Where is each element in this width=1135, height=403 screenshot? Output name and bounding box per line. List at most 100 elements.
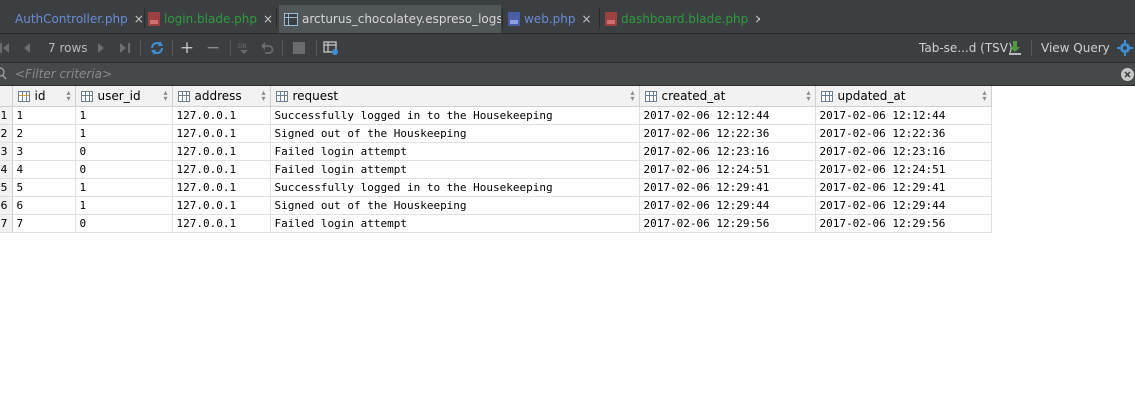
- row-number[interactable]: 5: [0, 178, 13, 197]
- cell-created-at[interactable]: 2017-02-06 12:22:36: [639, 124, 816, 143]
- cell-request[interactable]: Successfully logged in to the Housekeepi…: [270, 106, 640, 125]
- table-row[interactable]: 4 4 0 127.0.0.1 Failed login attempt 201…: [0, 160, 992, 179]
- cell-updated-at[interactable]: 2017-02-06 12:23:16: [815, 142, 992, 161]
- tab-login-blade[interactable]: login.blade.php ×: [148, 6, 275, 32]
- sort-arrows-icon[interactable]: ▴ ▾: [261, 89, 267, 103]
- cell-updated-at[interactable]: 2017-02-06 12:24:51: [815, 160, 992, 179]
- cell-id[interactable]: 4: [12, 160, 76, 179]
- next-page-icon[interactable]: [94, 34, 108, 62]
- cell-id[interactable]: 5: [12, 178, 76, 197]
- row-count-label[interactable]: 7 rows: [48, 34, 88, 62]
- row-number[interactable]: 3: [0, 142, 13, 161]
- sort-arrows-icon[interactable]: ▴ ▾: [630, 89, 636, 103]
- cell-address[interactable]: 127.0.0.1: [172, 106, 271, 125]
- cell-request[interactable]: Failed login attempt: [270, 214, 640, 233]
- sort-arrows-icon[interactable]: ▴ ▾: [66, 89, 72, 103]
- cell-address[interactable]: 127.0.0.1: [172, 124, 271, 143]
- cell-created-at[interactable]: 2017-02-06 12:24:51: [639, 160, 816, 179]
- add-row-icon[interactable]: +: [178, 34, 196, 62]
- cell-updated-at[interactable]: 2017-02-06 12:22:36: [815, 124, 992, 143]
- column-header-updated-at[interactable]: updated_at ▴ ▾: [815, 86, 992, 107]
- cell-address[interactable]: 127.0.0.1: [172, 214, 271, 233]
- tab-dashboard-blade[interactable]: dashboard.blade.php ×: [605, 6, 760, 32]
- cell-updated-at[interactable]: 2017-02-06 12:29:44: [815, 196, 992, 215]
- cell-address[interactable]: 127.0.0.1: [172, 178, 271, 197]
- corner-cell[interactable]: [0, 86, 13, 107]
- sort-arrows-icon[interactable]: ▴ ▾: [163, 89, 169, 103]
- cell-user-id[interactable]: 0: [75, 160, 173, 179]
- cell-id[interactable]: 7: [12, 214, 76, 233]
- cell-id[interactable]: 1: [12, 106, 76, 125]
- column-icon: [177, 90, 190, 102]
- close-icon[interactable]: ×: [134, 12, 143, 26]
- cell-user-id[interactable]: 1: [75, 178, 173, 197]
- close-icon[interactable]: ×: [754, 12, 760, 26]
- cell-address[interactable]: 127.0.0.1: [172, 196, 271, 215]
- tab-auth-controller[interactable]: AuthController.php ×: [0, 6, 143, 32]
- clear-filter-icon[interactable]: [1120, 67, 1135, 85]
- export-format-select[interactable]: Tab-se...d (TSV): [919, 34, 1013, 62]
- sort-arrows-icon[interactable]: ▴ ▾: [806, 89, 812, 103]
- delete-row-icon[interactable]: −: [204, 34, 222, 62]
- table-row[interactable]: 3 3 0 127.0.0.1 Failed login attempt 201…: [0, 142, 992, 161]
- cell-request[interactable]: Failed login attempt: [270, 160, 640, 179]
- refresh-icon[interactable]: [146, 34, 168, 62]
- previous-page-icon[interactable]: [20, 34, 34, 62]
- row-number[interactable]: 6: [0, 196, 13, 215]
- submit-db-icon[interactable]: DB: [236, 34, 252, 62]
- stop-icon[interactable]: [290, 34, 308, 62]
- row-number[interactable]: 2: [0, 124, 13, 143]
- row-number[interactable]: 1: [0, 106, 13, 125]
- cell-created-at[interactable]: 2017-02-06 12:12:44: [639, 106, 816, 125]
- tab-espreso-logs[interactable]: arcturus_chocolatey.espreso_logs ×: [279, 5, 501, 33]
- sort-arrows-icon[interactable]: ▴ ▾: [982, 89, 988, 103]
- cell-request[interactable]: Successfully logged in to the Housekeepi…: [270, 178, 640, 197]
- filter-criteria-input[interactable]: [15, 65, 1115, 83]
- cell-user-id[interactable]: 1: [75, 124, 173, 143]
- cell-address[interactable]: 127.0.0.1: [172, 142, 271, 161]
- cell-request[interactable]: Failed login attempt: [270, 142, 640, 161]
- column-header-request[interactable]: request ▴ ▾: [270, 86, 640, 107]
- cell-updated-at[interactable]: 2017-02-06 12:12:44: [815, 106, 992, 125]
- export-download-icon[interactable]: [1006, 34, 1024, 62]
- column-header-address[interactable]: address ▴ ▾: [172, 86, 271, 107]
- toolbar-divider: [140, 40, 141, 56]
- cell-id[interactable]: 2: [12, 124, 76, 143]
- table-row[interactable]: 1 1 1 127.0.0.1 Successfully logged in t…: [0, 106, 992, 125]
- column-header-created-at[interactable]: created_at ▴ ▾: [639, 86, 816, 107]
- cell-user-id[interactable]: 0: [75, 214, 173, 233]
- cell-user-id[interactable]: 0: [75, 142, 173, 161]
- table-row[interactable]: 5 5 1 127.0.0.1 Successfully logged in t…: [0, 178, 992, 197]
- table-row[interactable]: 7 7 0 127.0.0.1 Failed login attempt 201…: [0, 214, 992, 233]
- first-page-icon[interactable]: [0, 34, 10, 62]
- column-icon: [80, 90, 93, 102]
- cell-updated-at[interactable]: 2017-02-06 12:29:41: [815, 178, 992, 197]
- view-query-button[interactable]: View Query: [1041, 34, 1110, 62]
- cell-request[interactable]: Signed out of the Houskeeping: [270, 124, 640, 143]
- cell-created-at[interactable]: 2017-02-06 12:29:44: [639, 196, 816, 215]
- row-number[interactable]: 7: [0, 214, 13, 233]
- row-number[interactable]: 4: [0, 160, 13, 179]
- table-settings-icon[interactable]: [322, 34, 340, 62]
- revert-icon[interactable]: [258, 34, 276, 62]
- cell-updated-at[interactable]: 2017-02-06 12:29:56: [815, 214, 992, 233]
- column-icon: [275, 90, 288, 102]
- close-icon[interactable]: ×: [581, 12, 591, 26]
- table-row[interactable]: 2 2 1 127.0.0.1 Signed out of the Houske…: [0, 124, 992, 143]
- cell-created-at[interactable]: 2017-02-06 12:29:56: [639, 214, 816, 233]
- cell-user-id[interactable]: 1: [75, 106, 173, 125]
- cell-id[interactable]: 6: [12, 196, 76, 215]
- tab-web-php[interactable]: web.php ×: [508, 6, 598, 32]
- cell-request[interactable]: Signed out of the Houskeeping: [270, 196, 640, 215]
- table-row[interactable]: 6 6 1 127.0.0.1 Signed out of the Houske…: [0, 196, 992, 215]
- cell-created-at[interactable]: 2017-02-06 12:23:16: [639, 142, 816, 161]
- cell-id[interactable]: 3: [12, 142, 76, 161]
- last-page-icon[interactable]: [116, 34, 134, 62]
- close-icon[interactable]: ×: [263, 12, 273, 26]
- cell-user-id[interactable]: 1: [75, 196, 173, 215]
- column-header-id[interactable]: id ▴ ▾: [12, 86, 76, 107]
- gear-icon[interactable]: [1115, 34, 1135, 62]
- column-header-user-id[interactable]: user_id ▴ ▾: [75, 86, 173, 107]
- cell-created-at[interactable]: 2017-02-06 12:29:41: [639, 178, 816, 197]
- cell-address[interactable]: 127.0.0.1: [172, 160, 271, 179]
